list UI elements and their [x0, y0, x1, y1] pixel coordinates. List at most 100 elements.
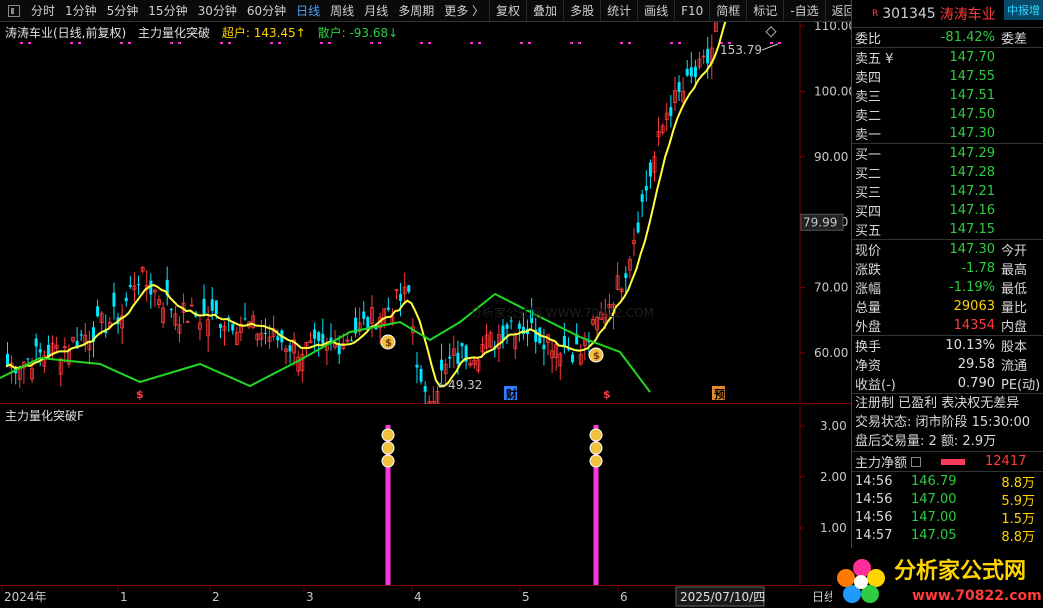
statistics-button[interactable]: 统计: [600, 0, 637, 21]
f10-button[interactable]: F10: [674, 0, 709, 21]
remove-watchlist-button[interactable]: -自选: [783, 0, 824, 21]
ask-row: 卖四 147.55: [852, 67, 1043, 86]
high-price-pointer: [761, 43, 779, 51]
period-tab-daily[interactable]: 日线: [291, 0, 325, 21]
time-axis-label: 6: [620, 590, 628, 604]
sub-axis-label: 3.00: [820, 419, 847, 433]
indicator-chart[interactable]: 主力量化突破F 3.00 2.00 1.00: [0, 405, 851, 585]
bid-row-value: 147.28: [949, 165, 996, 180]
info-line: 注册制 已盈利 表决权无差异: [855, 396, 1020, 411]
stat-row: 外盘 14354 内盘: [852, 316, 1043, 335]
site-logo: 分析家公式网 www.70822.com: [832, 548, 1043, 608]
period-tab-intraday[interactable]: 分时: [26, 0, 60, 21]
money-bag-icon: [589, 428, 603, 442]
candle-body: [366, 317, 370, 329]
signal-dot: [378, 42, 381, 44]
signal-dot: [470, 42, 473, 44]
overlay-button[interactable]: 叠加: [526, 0, 563, 21]
candle-body: [521, 326, 525, 334]
time-axis-label: 2: [212, 590, 220, 604]
kline-canvas: 140.00130.00120.00110.00100.0090.0080.00…: [0, 0, 856, 424]
period-tab-30min[interactable]: 30分钟: [193, 0, 242, 21]
bid-row: 买一 147.29: [852, 144, 1043, 163]
sub-indicator-name[interactable]: 主力量化突破F: [5, 409, 84, 423]
period-tab-multi[interactable]: 多周期: [393, 0, 439, 21]
adjust-button[interactable]: 复权: [489, 0, 526, 21]
tick-row: 14:56 146.79 8.8万: [852, 472, 1043, 491]
signal-dot: [678, 42, 681, 44]
bid-row: 买三 147.21: [852, 182, 1043, 201]
signal-dot: [578, 42, 581, 44]
signal-dot: [620, 42, 623, 44]
candle-body: [636, 222, 640, 233]
list-icon[interactable]: [911, 456, 922, 467]
main-chart-title-bar: 涛涛车业(日线,前复权) 主力量化突破 超户: 143.45↑ 散户: -93.…: [5, 24, 406, 41]
candle-body: [337, 344, 341, 355]
draw-line-button[interactable]: 画线: [637, 0, 674, 21]
period-tab-15min[interactable]: 15分钟: [143, 0, 192, 21]
candle-body: [386, 307, 390, 310]
quote-panel: R 301345 涛涛车业 中报增 委比 -81.42% 委差 卖五 ¥ 147.…: [851, 0, 1043, 608]
stat-row-value: -1.78: [961, 261, 995, 276]
super-value: 超户: 143.45↑: [221, 26, 306, 40]
weibi-label: 委比: [855, 32, 882, 47]
kline-chart[interactable]: 涛涛车业(日线,前复权) 主力量化突破 超户: 143.45↑ 散户: -93.…: [0, 0, 856, 424]
candle-body: [362, 311, 366, 319]
stat2-row-label2: PE(动): [1001, 378, 1041, 393]
event-marker: 预: [714, 387, 725, 401]
signal-dot: [670, 42, 673, 44]
bid-row-label: 买二: [855, 167, 882, 182]
ask-book: 卖五 ¥ 147.70 卖四 147.55 卖三 147.51 卖二 147.50 卖一 147.…: [852, 47, 1043, 143]
chart-stock-title: 涛涛车业(日线,前复权): [5, 26, 127, 40]
money-bag-icon: [381, 454, 395, 468]
main-flow-row[interactable]: 主力净额 12417: [852, 451, 1043, 471]
period-tab-1min[interactable]: 1分钟: [60, 0, 102, 21]
period-tab-more[interactable]: 更多 〉: [439, 0, 489, 21]
multi-stock-button[interactable]: 多股: [563, 0, 600, 21]
tick-price: 147.05: [911, 527, 957, 543]
indicator-name[interactable]: 主力量化突破: [138, 26, 210, 40]
period-tab-5min[interactable]: 5分钟: [102, 0, 144, 21]
period-tab-60min[interactable]: 60分钟: [242, 0, 291, 21]
money-bag-icon: $: [588, 347, 604, 363]
stock-name: 涛涛车业: [939, 6, 996, 23]
stat2-row-label2: 股本: [1001, 340, 1028, 355]
candle-body: [677, 82, 681, 92]
simple-frame-button[interactable]: 简框: [709, 0, 746, 21]
event-marker: $: [136, 388, 144, 401]
back-button[interactable]: 返回: [824, 0, 851, 21]
event-marker: $: [603, 388, 611, 401]
bid-row: 买五 147.15: [852, 220, 1043, 239]
mark-button[interactable]: 标记: [746, 0, 783, 21]
period-tab-monthly[interactable]: 月线: [359, 0, 393, 21]
bid-row-label: 买一: [855, 148, 882, 163]
bid-row-label: 买五: [855, 224, 882, 239]
tick-time: 14:57: [855, 527, 893, 543]
weibi-value: -81.42%: [940, 30, 995, 45]
price-axis-label: 70.00: [814, 281, 848, 295]
signal-dot: [770, 42, 773, 44]
bid-row-value: 147.29: [949, 146, 996, 161]
logo-text: 分析家公式网: [894, 558, 1026, 584]
candle-body: [231, 323, 235, 331]
panel-toggle-icon[interactable]: [8, 4, 20, 17]
stock-code: 301345: [882, 5, 936, 22]
bid-row-value: 147.16: [949, 203, 996, 218]
signal-dot: [78, 42, 81, 44]
ask-row-label: 卖四: [855, 71, 882, 86]
signal-dot: [528, 42, 531, 44]
candle-body: [624, 273, 628, 279]
period-tab-weekly[interactable]: 周线: [325, 0, 359, 21]
retail-value: 散户: -93.68↓: [317, 26, 399, 40]
bid-row: 买四 147.16: [852, 201, 1043, 220]
ask-row: 卖五 ¥ 147.70: [852, 48, 1043, 67]
stat-row-label2: 最低: [1001, 282, 1028, 297]
candle-body: [648, 162, 652, 177]
tick-list[interactable]: 14:56 146.79 8.8万 14:56 147.00 5.9万 14:56 147.0…: [852, 471, 1043, 545]
report-badge[interactable]: 中报增: [1004, 0, 1043, 20]
time-axis-canvas: 2024年 1 2 3 4 5 6 2025/07/10/四 日线: [1, 586, 836, 607]
main-flow-bar: [941, 458, 966, 465]
money-bag-icon: [381, 441, 395, 455]
ask-row-value: 147.55: [949, 69, 996, 84]
signal-dot: [570, 42, 573, 44]
